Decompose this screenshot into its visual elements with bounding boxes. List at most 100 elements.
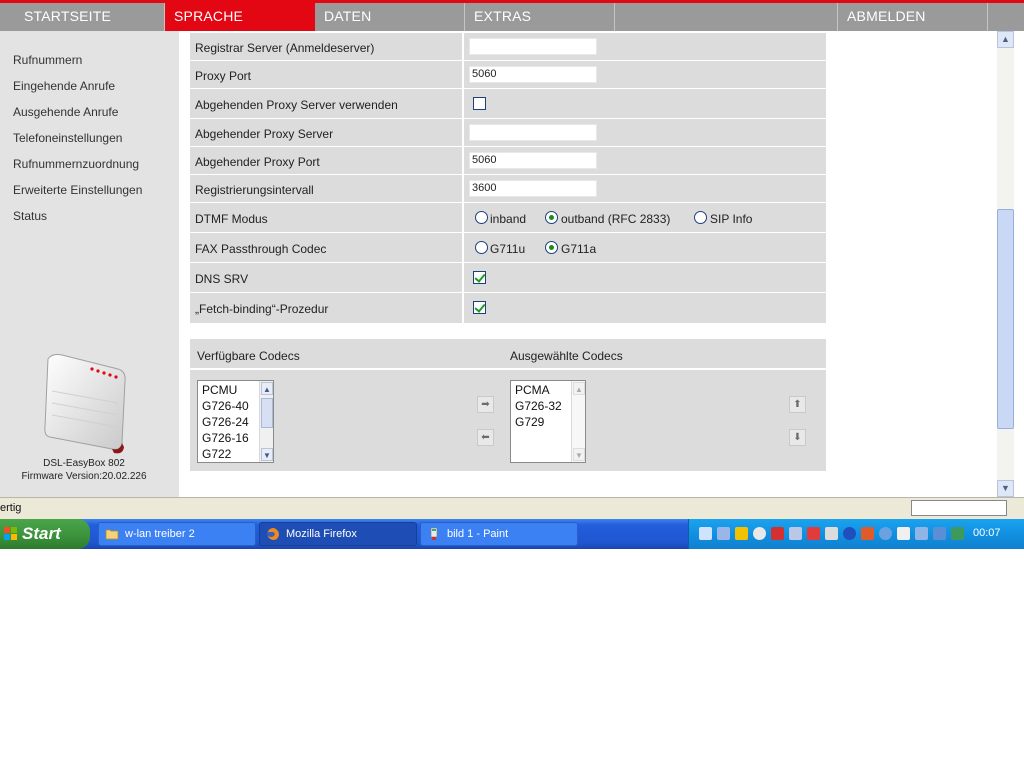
folder-icon: [105, 529, 119, 540]
list-item[interactable]: G726-40: [202, 399, 249, 413]
warning-icon[interactable]: [807, 527, 820, 540]
sidebar-item-ausgehende-anrufe[interactable]: Ausgehende Anrufe: [13, 105, 118, 119]
proxy-port-input[interactable]: 5060: [469, 66, 597, 83]
registrar-server-input[interactable]: [469, 38, 597, 55]
use-outbound-proxy-checkbox[interactable]: [473, 97, 486, 110]
outbound-proxy-server-input[interactable]: [469, 124, 597, 141]
task-w-lan-treiber[interactable]: w-lan treiber 2: [98, 522, 256, 546]
dtmf-inband-label: inband: [490, 212, 527, 226]
row-outbound-proxy-port: Abgehender Proxy Port 5060: [190, 147, 826, 175]
network-icon[interactable]: [699, 527, 712, 540]
fax-g711u-radio[interactable]: [475, 241, 488, 254]
nav-extras[interactable]: EXTRAS: [465, 3, 615, 31]
list-item[interactable]: G726-16: [202, 431, 249, 445]
task-label: bild 1 - Paint: [447, 528, 509, 540]
scroll-down-icon[interactable]: ▼: [997, 480, 1014, 497]
start-label: Start: [22, 524, 61, 543]
sidebar-item-erweiterte-einstellungen[interactable]: Erweiterte Einstellungen: [13, 183, 142, 197]
status-text: ertig: [0, 502, 22, 514]
remove-codec-arrow-left-icon[interactable]: ⬅: [477, 429, 494, 446]
list-item[interactable]: PCMA: [515, 383, 550, 397]
list-item[interactable]: G726-24: [202, 415, 249, 429]
volume-icon[interactable]: [825, 527, 838, 540]
registration-interval-label: Registrierungsintervall: [195, 183, 314, 197]
firefox-icon: [267, 528, 279, 540]
selected-codecs-list[interactable]: PCMA G726-32 G729 ▲ ▼: [510, 380, 586, 463]
row-separator: [462, 175, 464, 202]
messenger-icon[interactable]: [753, 527, 766, 540]
scroll-down-icon[interactable]: ▼: [261, 448, 273, 461]
monitor-icon[interactable]: [933, 527, 946, 540]
move-up-arrow-icon[interactable]: ⬆: [789, 396, 806, 413]
clock[interactable]: 00:07: [973, 527, 1001, 539]
available-codecs-list[interactable]: PCMU G726-40 G726-24 G726-16 G722 ▲ ▼: [197, 380, 274, 463]
nav-daten[interactable]: DATEN: [315, 3, 465, 31]
row-registrar-server: Registrar Server (Anmeldeserver): [190, 33, 826, 61]
dtmf-inband-radio[interactable]: [475, 211, 488, 224]
display-icon[interactable]: [915, 527, 928, 540]
scroll-up-icon[interactable]: ▲: [573, 382, 585, 395]
sync-icon[interactable]: [879, 527, 892, 540]
nav-startseite[interactable]: STARTSEITE: [15, 3, 165, 31]
row-separator: [462, 61, 464, 88]
task-bild-paint[interactable]: bild 1 - Paint: [420, 522, 578, 546]
nav-empty-slot: [615, 3, 838, 31]
row-outbound-proxy-server: Abgehender Proxy Server: [190, 119, 826, 147]
row-separator: [462, 203, 464, 232]
app-icon[interactable]: [951, 527, 964, 540]
scroll-down-icon[interactable]: ▼: [573, 448, 585, 461]
list-item[interactable]: PCMU: [202, 383, 237, 397]
scroll-thumb[interactable]: [261, 398, 273, 428]
row-separator: [462, 293, 464, 323]
outbound-proxy-port-input[interactable]: 5060: [469, 152, 597, 169]
nav-sprache[interactable]: SPRACHE: [165, 3, 315, 31]
row-fax-codec: FAX Passthrough Codec G711u G711a: [190, 233, 826, 263]
available-codecs-scrollbar[interactable]: ▲ ▼: [259, 381, 273, 462]
fetch-binding-checkbox[interactable]: [473, 301, 486, 314]
page-scrollbar[interactable]: ▲ ▼: [997, 31, 1014, 497]
sidebar-item-rufnummernzuordnung[interactable]: Rufnummernzuordnung: [13, 157, 139, 171]
task-mozilla-firefox[interactable]: Mozilla Firefox: [259, 522, 417, 546]
selected-codecs-scrollbar[interactable]: ▲ ▼: [571, 381, 585, 462]
scroll-up-icon[interactable]: ▲: [997, 31, 1014, 48]
registration-interval-input[interactable]: 3600: [469, 180, 597, 197]
system-tray: 00:07: [688, 519, 1024, 549]
dtmf-sip-info-radio[interactable]: [694, 211, 707, 224]
bluetooth-icon[interactable]: [843, 527, 856, 540]
dtmf-outband-label: outband (RFC 2833): [561, 212, 671, 226]
sidebar-item-eingehende-anrufe[interactable]: Eingehende Anrufe: [13, 79, 115, 93]
scroll-up-icon[interactable]: ▲: [261, 382, 273, 395]
list-item[interactable]: G726-32: [515, 399, 562, 413]
sidebar-item-status[interactable]: Status: [13, 209, 47, 223]
update-icon[interactable]: [861, 527, 874, 540]
row-separator: [462, 263, 464, 292]
list-item[interactable]: G729: [515, 415, 544, 429]
list-item[interactable]: G722: [202, 447, 231, 461]
usb-device-icon[interactable]: [897, 527, 910, 540]
fax-g711a-radio[interactable]: [545, 241, 558, 254]
sidebar-item-telefoneinstellungen[interactable]: Telefoneinstellungen: [13, 131, 122, 145]
add-codec-arrow-right-icon[interactable]: ➡: [477, 396, 494, 413]
task-label: w-lan treiber 2: [125, 528, 195, 540]
move-down-arrow-icon[interactable]: ⬇: [789, 429, 806, 446]
antivirus-icon[interactable]: [771, 527, 784, 540]
nav-abmelden[interactable]: ABMELDEN: [838, 3, 988, 31]
start-button[interactable]: Start: [0, 519, 90, 549]
scroll-thumb[interactable]: [997, 209, 1014, 429]
security-shield-icon[interactable]: [735, 527, 748, 540]
paint-icon: [430, 527, 438, 540]
row-separator: [462, 233, 464, 262]
dtmf-mode-label: DTMF Modus: [195, 212, 268, 226]
outbound-proxy-server-label: Abgehender Proxy Server: [195, 127, 334, 141]
dtmf-outband-radio[interactable]: [545, 211, 558, 224]
codec-header: Verfügbare Codecs Ausgewählte Codecs: [190, 339, 826, 370]
status-panel: [911, 500, 1007, 516]
fax-g711a-label: G711a: [561, 242, 597, 256]
dns-srv-checkbox[interactable]: [473, 271, 486, 284]
router-image: [44, 354, 126, 454]
network-disconnected-icon[interactable]: [717, 527, 730, 540]
sidebar-item-rufnummern[interactable]: Rufnummern: [13, 53, 82, 67]
row-separator: [462, 89, 464, 118]
network-connection-icon[interactable]: [789, 527, 802, 540]
row-separator: [462, 147, 464, 174]
